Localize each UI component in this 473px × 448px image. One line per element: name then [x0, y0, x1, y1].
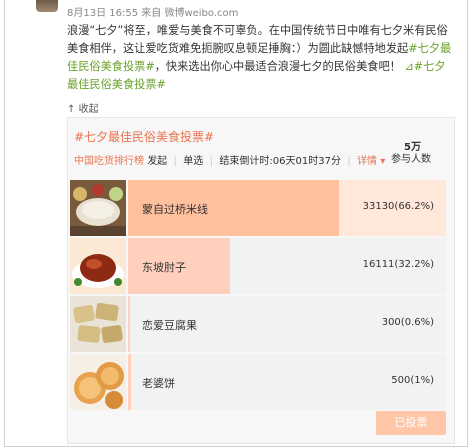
option-count: 500(1%)	[391, 375, 434, 386]
chevron-double-down-icon: ▾	[380, 156, 386, 167]
tofu-icon	[70, 296, 126, 352]
publisher-suffix: 发起	[147, 156, 168, 167]
option-bar-fill	[128, 354, 131, 410]
option-name: 老婆饼	[142, 377, 175, 390]
option-bar: 恋爱豆腐果 300(0.6%)	[128, 296, 446, 352]
poll-mode: 单选	[183, 156, 204, 167]
poll-info: 中国吃货排行榜 发起 | 单选 | 结束倒计时:06天01时37分 | 详情 ▾	[74, 152, 385, 167]
poll-option[interactable]: 东坡肘子 16111(32.2%)	[70, 238, 446, 294]
option-name: 恋爱豆腐果	[142, 319, 197, 332]
info-divider: |	[206, 156, 217, 167]
option-bar: 老婆饼 500(1%)	[128, 354, 446, 410]
post-text-part1: 浪漫“七夕”将至，唯爱与美食不可辜负。在中国传统节日中唯有七夕米有民俗美食相伴，…	[67, 24, 448, 55]
topic-icon: ⊿	[404, 60, 414, 73]
wife-cake-icon	[70, 354, 126, 410]
poll-card: #七夕最佳民俗美食投票# 5万 参与人数 中国吃货排行榜 发起 | 单选 | 结…	[67, 117, 455, 444]
braised-pork-icon	[70, 238, 126, 294]
option-count: 16111(32.2%)	[362, 259, 434, 270]
option-bar-fill	[128, 296, 130, 352]
poll-option[interactable]: 老婆饼 500(1%)	[70, 354, 446, 410]
info-divider: |	[170, 156, 181, 167]
poll-option[interactable]: 蒙自过桥米线 33130(66.2%)	[70, 180, 446, 236]
avatar[interactable]	[36, 0, 58, 12]
option-count: 33130(66.2%)	[362, 201, 434, 212]
collapse-link[interactable]: ↑ 收起	[67, 100, 99, 115]
poll-title[interactable]: #七夕最佳民俗美食投票#	[74, 128, 214, 145]
poll-deadline: 结束倒计时:06天01时37分	[219, 156, 341, 167]
info-divider: |	[344, 156, 354, 167]
details-link[interactable]: 详情 ▾	[357, 156, 385, 167]
voted-button[interactable]: 已投票	[376, 411, 446, 435]
option-name: 东坡肘子	[142, 261, 186, 274]
poll-option[interactable]: 恋爱豆腐果 300(0.6%)	[70, 296, 446, 352]
participants-label: 参与人数	[391, 154, 431, 165]
post-text-part2: ，快来选出你心中最适合浪漫七夕的民俗美食吧！	[154, 60, 401, 73]
rice-noodles-icon	[70, 180, 126, 236]
option-bar: 蒙自过桥米线 33130(66.2%)	[128, 180, 446, 236]
option-bar: 东坡肘子 16111(32.2%)	[128, 238, 446, 294]
publisher-link[interactable]: 中国吃货排行榜	[74, 156, 144, 167]
option-name: 蒙自过桥米线	[142, 203, 208, 216]
post-content: 浪漫“七夕”将至，唯爱与美食不可辜负。在中国传统节日中唯有七夕米有民俗美食相伴，…	[67, 22, 453, 94]
post-meta: 8月13日 16:55 来自 微博weibo.com	[67, 8, 239, 19]
option-count: 300(0.6%)	[381, 317, 434, 328]
collapse-icon: ↑	[67, 104, 76, 115]
